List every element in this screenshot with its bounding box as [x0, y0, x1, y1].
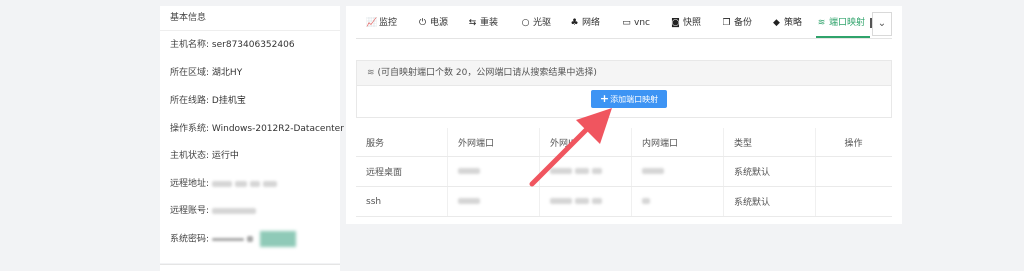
info-value: 运行中 — [211, 151, 239, 161]
info-row-hostname: 主机名称: ser873406352406 — [170, 38, 295, 52]
port-mapping-table: 服务 外网端口 外网IP 内网端口 类型 操作 远程桌面 系统默认 ssh 系统… — [356, 128, 892, 217]
port-limit-notice: ≋ (可自映射端口个数 20，公网端口请从搜索结果中选择) — [356, 60, 892, 86]
blurred-value — [211, 231, 296, 247]
tab-label: 重装 — [480, 18, 499, 28]
info-value: 湖北HY — [211, 68, 243, 78]
service-cell: 远程桌面 — [356, 156, 448, 187]
tab-label: 端口映射 — [829, 18, 866, 28]
annotation-arrow — [529, 108, 612, 187]
power-icon: ⏻ — [418, 18, 427, 28]
tab-backup[interactable]: ❐ 备份 — [721, 12, 752, 38]
info-row-region: 所在区域: 湖北HY — [170, 66, 242, 80]
tab-bar: 📈 监控 ⏻ 电源 ⇆ 重装 ○ 光驱 ♣ 网络 ▭ vnc ◙ 快照 ❐ 备份 ◆ 策略 ≋ 端口… — [356, 12, 892, 39]
blurred-cell — [631, 156, 724, 187]
tab-snapshot[interactable]: ◙ 快照 — [670, 12, 701, 38]
info-label: 主机名称: — [170, 40, 210, 50]
monitor-icon: ▭ — [622, 18, 631, 28]
shield-icon: ◆ — [773, 18, 780, 28]
tab-cdrom[interactable]: ○ 光驱 — [520, 12, 551, 38]
info-value: ser873406352406 — [211, 40, 295, 50]
info-row-password: 系统密码: — [170, 231, 296, 247]
disc-icon: ○ — [521, 18, 530, 28]
info-value: D挂机宝 — [211, 96, 246, 106]
tab-label: 快照 — [683, 18, 702, 28]
chevron-down-icon: ⌄ — [877, 18, 887, 29]
table-row: 远程桌面 系统默认 — [356, 156, 892, 187]
tab-power[interactable]: ⏻ 电源 — [417, 12, 448, 38]
info-row-remote-account: 远程账号: — [170, 204, 259, 218]
info-row-remote-address: 远程地址: — [170, 177, 280, 191]
tab-network[interactable]: ♣ 网络 — [569, 12, 600, 38]
plus-icon: + — [599, 92, 610, 105]
info-label: 系统密码: — [170, 234, 210, 245]
info-panel-title: 基本信息 — [160, 6, 340, 31]
info-row-os: 操作系统: Windows-2012R2-Datacenter — [170, 122, 344, 136]
add-button-label: 添加端口映射 — [610, 95, 659, 104]
col-header-type: 类型 — [723, 128, 816, 157]
tab-label: 网络 — [582, 18, 601, 28]
blurred-cell — [631, 186, 724, 217]
tab-label: 光驱 — [533, 18, 552, 28]
copy-icon: ❐ — [722, 18, 731, 28]
tab-label: 策略 — [784, 18, 803, 28]
chart-icon: 📈 — [366, 18, 378, 28]
add-mapping-area: +添加端口映射 — [356, 86, 892, 118]
tab-label: 电源 — [430, 18, 449, 28]
tab-monitor[interactable]: 📈 监控 — [366, 12, 397, 38]
tab-label: 监控 — [379, 18, 398, 28]
type-cell: 系统默认 — [723, 186, 816, 217]
info-row-status: 主机状态: 运行中 — [170, 149, 239, 163]
network-icon: ♣ — [570, 18, 579, 28]
blurred-value — [211, 206, 259, 216]
actions-cell — [815, 186, 892, 217]
port-mapping-panel: 📈 监控 ⏻ 电源 ⇆ 重装 ○ 光驱 ♣ 网络 ▭ vnc ◙ 快照 ❐ 备份 ◆ 策略 ≋ 端口… — [346, 6, 902, 224]
col-header-actions: 操作 — [815, 128, 892, 157]
table-row: ssh 系统默认 — [356, 186, 892, 217]
tab-label: vnc — [634, 18, 650, 28]
info-label: 远程地址: — [170, 179, 210, 189]
notice-text: (可自映射端口个数 20，公网端口请从搜索结果中选择) — [377, 68, 597, 78]
more-tabs-button[interactable]: ⌄ — [872, 12, 892, 36]
wifi-icon: ≋ — [817, 18, 826, 28]
tab-label: 备份 — [734, 18, 753, 28]
camera-icon: ◙ — [671, 18, 680, 28]
col-header-service: 服务 — [356, 128, 448, 157]
blurred-value — [211, 179, 280, 189]
actions-cell — [815, 156, 892, 187]
table-header-row: 服务 外网端口 外网IP 内网端口 类型 操作 — [356, 128, 892, 157]
host-info-panel: 基本信息 主机名称: ser873406352406 所在区域: 湖北HY 所在… — [160, 6, 344, 263]
info-value: Windows-2012R2-Datacenter — [211, 124, 344, 134]
service-cell: ssh — [356, 186, 448, 217]
col-header-private-port: 内网端口 — [631, 128, 724, 157]
info-label: 主机状态: — [170, 151, 210, 161]
info-label: 所在线路: — [170, 96, 210, 106]
tab-policy[interactable]: ◆ 策略 — [771, 12, 802, 38]
info-label: 操作系统: — [170, 124, 210, 134]
info-row-line: 所在线路: D挂机宝 — [170, 94, 246, 108]
type-cell: 系统默认 — [723, 156, 816, 187]
wifi-icon: ≋ — [367, 68, 375, 78]
tab-vnc[interactable]: ▭ vnc — [621, 12, 650, 38]
tab-reinstall[interactable]: ⇆ 重装 — [467, 12, 498, 38]
info-label: 远程账号: — [170, 206, 210, 216]
reinstall-icon: ⇆ — [468, 18, 477, 28]
tab-port-mapping[interactable]: ≋ 端口映射 — [816, 12, 870, 38]
info-label: 所在区域: — [170, 68, 210, 78]
